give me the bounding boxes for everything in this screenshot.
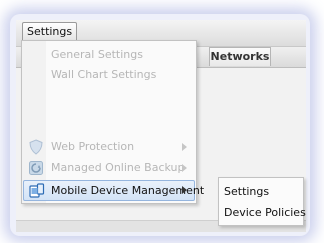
- menu-item-label: Managed Online Backup: [51, 161, 185, 174]
- backup-icon: [29, 161, 43, 175]
- submenu-item-label: Settings: [224, 185, 270, 198]
- menu-item-blank-1[interactable]: [23, 85, 195, 105]
- settings-dropdown-menu: General Settings Wall Chart Settings Web…: [21, 40, 204, 204]
- submenu-item-device-policies[interactable]: Device Policies: [219, 203, 306, 223]
- menu-item-label: Web Protection: [51, 140, 135, 153]
- mobile-device-icon: [29, 183, 45, 198]
- menu-item-mobile-device-management[interactable]: Mobile Device Management: [23, 180, 204, 201]
- submenu-item-label: Device Policies: [224, 206, 306, 219]
- chevron-right-icon: [182, 143, 187, 151]
- menu-item-blank-2[interactable]: [23, 105, 195, 125]
- menu-item-managed-online-backup[interactable]: Managed Online Backup: [23, 158, 195, 178]
- menu-item-wall-chart-settings[interactable]: Wall Chart Settings: [23, 65, 195, 85]
- chevron-right-icon: [182, 164, 187, 172]
- tab-networks[interactable]: Networks: [209, 47, 271, 66]
- shield-icon: [29, 139, 43, 155]
- menu-item-web-protection[interactable]: Web Protection: [23, 137, 195, 157]
- menu-item-general-settings[interactable]: General Settings: [23, 45, 195, 65]
- submenu-item-settings[interactable]: Settings: [219, 182, 303, 202]
- mobile-device-submenu: Settings Device Policies: [218, 177, 306, 226]
- chevron-right-icon: [182, 186, 187, 194]
- settings-menu-button[interactable]: Settings: [22, 22, 78, 42]
- menu-item-label: Wall Chart Settings: [51, 68, 157, 81]
- menu-item-label: General Settings: [51, 48, 143, 61]
